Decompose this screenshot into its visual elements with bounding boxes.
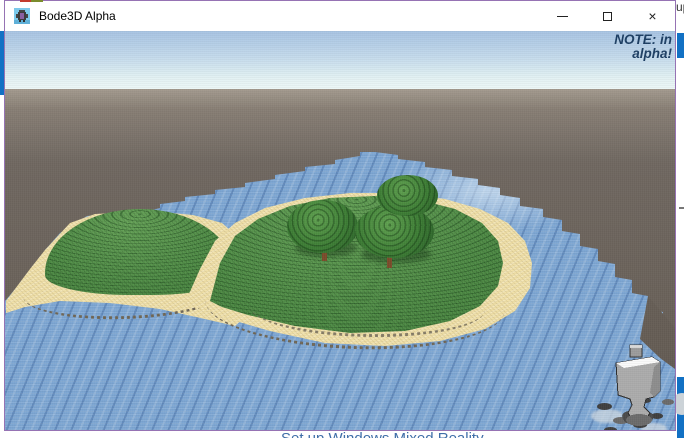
background-gray-dash	[679, 207, 684, 209]
app-window: Bode3D Alpha ×	[4, 0, 676, 431]
background-blue-band-right	[677, 33, 684, 58]
background-text-fragment: up	[676, 0, 684, 16]
alpha-note-line1: NOTE: in	[614, 33, 672, 47]
alpha-note-line2: alpha!	[614, 47, 672, 61]
background-window-title-text: Set up Windows Mixed Reality	[281, 430, 484, 438]
close-button[interactable]: ×	[630, 1, 675, 31]
top-edge-green-strip	[31, 0, 43, 2]
minimize-icon	[557, 16, 568, 17]
tree-canopy-left	[287, 200, 358, 253]
game-viewport[interactable]: NOTE: in alpha!	[5, 31, 675, 430]
robot-character	[606, 343, 668, 429]
tree-canopy-top	[377, 175, 438, 216]
close-icon: ×	[648, 8, 656, 24]
minimize-button[interactable]	[540, 1, 585, 31]
alpha-note: NOTE: in alpha!	[614, 33, 672, 61]
top-edge-red-strip	[20, 0, 31, 2]
maximize-button[interactable]	[585, 1, 630, 31]
sky	[5, 31, 675, 93]
maximize-icon	[603, 12, 612, 21]
caption-buttons: ×	[540, 1, 675, 31]
background-blue-panel	[677, 377, 684, 438]
app-robot-icon[interactable]	[14, 8, 30, 24]
window-title: Bode3D Alpha	[39, 9, 116, 23]
title-bar[interactable]: Bode3D Alpha ×	[5, 1, 675, 31]
